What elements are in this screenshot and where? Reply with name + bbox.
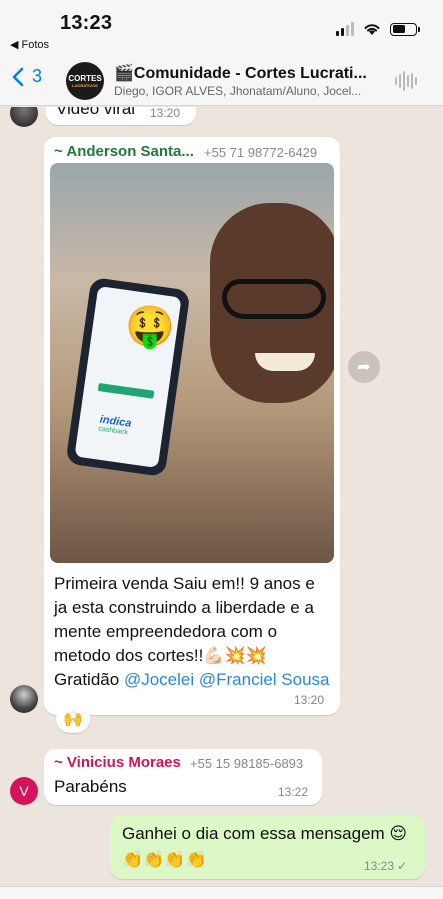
message-bubble[interactable]: Video viral 13:20 xyxy=(46,107,196,125)
avatar[interactable]: V xyxy=(10,777,38,805)
chat-header: 3 CORTES LUCRATIVOS 🎬Comunidade - Cortes… xyxy=(0,56,443,106)
mention-franciel[interactable]: @Franciel Sousa xyxy=(199,670,330,689)
battery-icon xyxy=(390,22,420,36)
group-avatar-subtext: LUCRATIVOS xyxy=(72,82,98,88)
avatar[interactable] xyxy=(10,685,38,713)
sender-phone: +55 71 98772-6429 xyxy=(204,145,318,160)
message-time: 13:23 ✓ xyxy=(364,859,407,873)
back-to-app-link[interactable]: ◀ Fotos xyxy=(10,38,49,51)
status-time: 13:23 xyxy=(60,12,113,34)
message-text: Primeira venda Saiu em!! 9 anos e ja est… xyxy=(54,572,332,692)
chevron-left-icon xyxy=(12,67,24,86)
status-bar: 13:23 ◀ Fotos xyxy=(0,0,443,56)
signal-icon xyxy=(336,22,354,36)
input-bar[interactable] xyxy=(0,886,443,899)
group-avatar[interactable]: CORTES LUCRATIVOS xyxy=(66,62,104,100)
sender-name[interactable]: ~ Anderson Santa... xyxy=(54,143,194,160)
message-bubble[interactable]: ~ Vinicius Moraes +55 15 98185-6893 Para… xyxy=(44,749,322,805)
sent-tick-icon: ✓ xyxy=(397,859,408,873)
group-avatar-text: CORTES xyxy=(68,73,102,83)
message-photo[interactable]: indica cashback 🤑 xyxy=(50,163,334,563)
phone-screen-button xyxy=(97,383,155,399)
money-mouth-emoji: 🤑 xyxy=(125,305,175,349)
wifi-icon xyxy=(364,24,380,35)
message-bubble-outgoing[interactable]: Ganhei o dia com essa mensagem 😌 👏👏👏👏 13… xyxy=(110,815,425,879)
forward-arrow-icon[interactable]: ➦ xyxy=(348,351,380,383)
back-button[interactable]: 3 xyxy=(12,66,42,87)
chat-title[interactable]: 🎬Comunidade - Cortes Lucrati... xyxy=(114,63,379,83)
mention-jocelei[interactable]: @Jocelei xyxy=(124,670,194,689)
unread-count: 3 xyxy=(32,66,43,86)
waveform-icon[interactable] xyxy=(395,71,417,91)
message-text: Parabéns xyxy=(54,777,127,796)
message-time: 13:22 xyxy=(278,785,309,799)
status-icons xyxy=(336,22,420,36)
message-bubble[interactable]: ~ Anderson Santa... +55 71 98772-6429 in… xyxy=(44,137,340,715)
message-time: 13:20 xyxy=(150,107,181,120)
message-text: Video viral xyxy=(56,107,136,118)
photo-smile xyxy=(255,353,315,371)
chat-messages[interactable]: Video viral 13:20 ~ Anderson Santa... +5… xyxy=(0,107,443,886)
sender-phone: +55 15 98185-6893 xyxy=(190,756,304,771)
avatar[interactable] xyxy=(10,107,38,127)
photo-glasses xyxy=(222,279,326,319)
chat-members[interactable]: Diego, IGOR ALVES, Jhonatam/Aluno, Jocel… xyxy=(114,84,379,98)
sender-name[interactable]: ~ Vinicius Moraes xyxy=(54,754,181,771)
message-reaction[interactable]: 🙌 xyxy=(56,705,90,733)
message-time: 13:20 xyxy=(294,693,325,707)
message-time-value: 13:23 xyxy=(364,859,395,873)
